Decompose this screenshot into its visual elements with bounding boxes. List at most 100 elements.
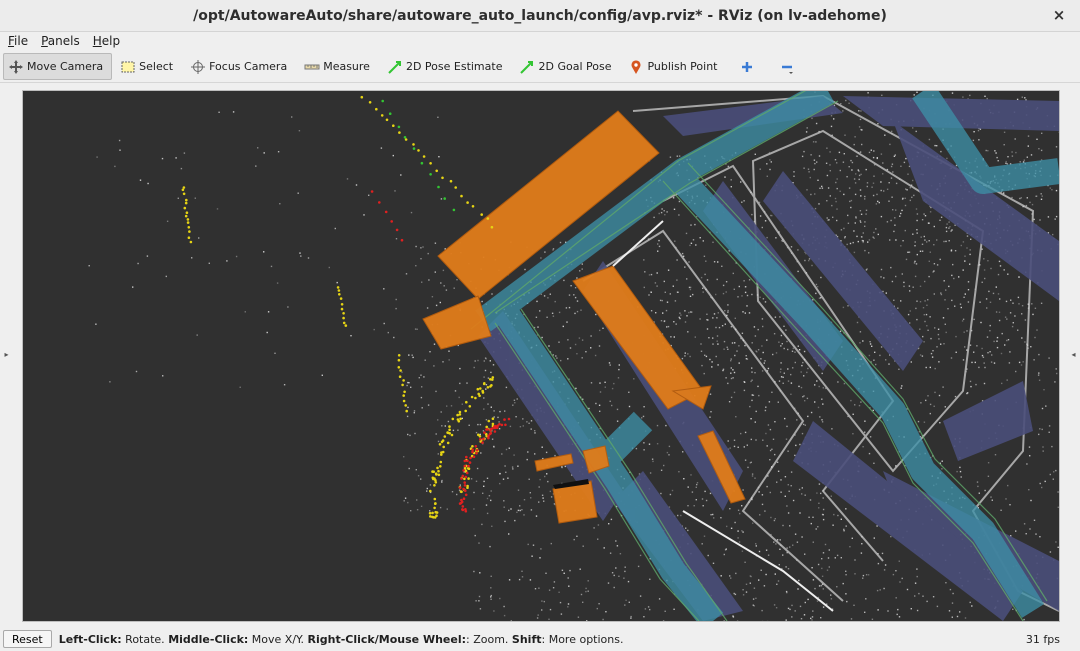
cloud-point <box>1012 322 1014 324</box>
close-icon[interactable]: × <box>1050 6 1068 24</box>
cloud-point <box>559 241 562 244</box>
menu-file[interactable]: File <box>0 34 33 48</box>
goal-pose-button[interactable]: 2D Goal Pose <box>514 53 620 80</box>
reset-button[interactable]: Reset <box>3 630 52 648</box>
cloud-point <box>552 249 554 251</box>
cloud-point <box>947 308 949 310</box>
colored-point <box>429 489 432 493</box>
cloud-point <box>508 579 511 581</box>
cloud-point <box>864 611 866 613</box>
cloud-point <box>991 499 993 501</box>
cloud-point <box>794 610 796 612</box>
cloud-point <box>1021 305 1024 307</box>
cloud-point <box>767 367 770 370</box>
remove-tool-button[interactable] <box>770 53 807 80</box>
cloud-point <box>937 328 940 330</box>
cloud-point <box>970 238 972 240</box>
cloud-point <box>453 287 455 289</box>
cloud-point <box>787 512 790 514</box>
cloud-point <box>869 341 871 343</box>
cloud-point <box>954 305 956 307</box>
cloud-point <box>812 141 815 143</box>
cloud-point <box>759 514 761 516</box>
pose-estimate-button[interactable]: 2D Pose Estimate <box>382 53 512 80</box>
cloud-point <box>431 296 434 298</box>
cloud-point <box>744 312 746 314</box>
cloud-point <box>873 359 875 361</box>
left-panel-toggle[interactable]: ▸ <box>0 84 13 624</box>
cloud-point <box>1030 346 1032 348</box>
cloud-point <box>475 480 478 482</box>
cloud-point <box>860 173 862 176</box>
cloud-point <box>643 449 645 451</box>
colored-point <box>486 386 490 389</box>
menu-panels[interactable]: Panels <box>33 34 85 48</box>
cloud-point <box>880 215 883 218</box>
cloud-point <box>978 492 980 494</box>
cloud-point <box>737 509 740 511</box>
cloud-point <box>611 387 614 390</box>
cloud-point <box>650 291 652 293</box>
cloud-point <box>505 386 508 389</box>
cloud-point <box>690 474 692 476</box>
menu-help[interactable]: Help <box>85 34 125 48</box>
cloud-point <box>1042 446 1044 448</box>
add-tool-button[interactable] <box>730 53 767 80</box>
cloud-point <box>428 279 430 281</box>
publish-point-button[interactable]: Publish Point <box>623 53 726 80</box>
cloud-point <box>827 187 830 189</box>
focus-camera-button[interactable]: Focus Camera <box>185 53 296 80</box>
measure-button[interactable]: Measure <box>299 53 379 80</box>
cloud-point <box>725 281 728 283</box>
cloud-point <box>855 216 857 218</box>
cloud-point <box>849 546 851 548</box>
right-panel-toggle[interactable]: ◂ <box>1067 84 1080 624</box>
ruler-icon <box>304 59 320 75</box>
cloud-point <box>914 245 916 247</box>
cloud-point <box>722 369 724 372</box>
cloud-point <box>662 620 665 621</box>
cloud-point <box>473 508 475 510</box>
cloud-point <box>481 300 483 303</box>
cloud-point <box>527 451 529 453</box>
move-camera-button[interactable]: Move Camera <box>3 53 113 80</box>
cloud-point <box>815 292 817 295</box>
cloud-point <box>498 421 500 423</box>
cloud-point <box>780 376 783 378</box>
cloud-point <box>893 155 896 157</box>
colored-point <box>479 438 482 441</box>
colored-point <box>337 289 341 292</box>
colored-point <box>433 506 436 510</box>
cloud-point <box>1023 618 1025 621</box>
cloud-point <box>848 102 850 104</box>
colored-point <box>474 445 478 448</box>
cloud-point <box>989 351 991 353</box>
cloud-point <box>818 385 820 388</box>
cloud-point <box>951 274 953 277</box>
cloud-point <box>644 608 647 610</box>
cloud-point <box>919 285 922 287</box>
cloud-point <box>886 188 889 190</box>
cloud-point <box>990 496 992 498</box>
cloud-point <box>784 417 786 420</box>
cloud-point <box>690 242 693 244</box>
cloud-point <box>660 492 662 495</box>
cloud-point <box>912 233 914 235</box>
cloud-point <box>858 110 860 112</box>
cloud-point <box>824 543 827 546</box>
3d-render-viewport[interactable] <box>22 90 1060 622</box>
cloud-point <box>923 235 925 238</box>
cloud-point <box>1029 201 1031 204</box>
cloud-point <box>958 276 960 278</box>
cloud-point <box>797 249 799 251</box>
cloud-point <box>757 385 759 388</box>
cloud-point <box>927 329 929 331</box>
cloud-point <box>481 523 483 526</box>
cloud-point <box>597 538 599 540</box>
cloud-point <box>803 395 805 397</box>
cloud-point <box>859 118 862 121</box>
cloud-point <box>704 490 706 493</box>
cloud-point <box>574 343 577 346</box>
select-button[interactable]: Select <box>115 53 182 80</box>
cloud-point <box>758 491 760 493</box>
